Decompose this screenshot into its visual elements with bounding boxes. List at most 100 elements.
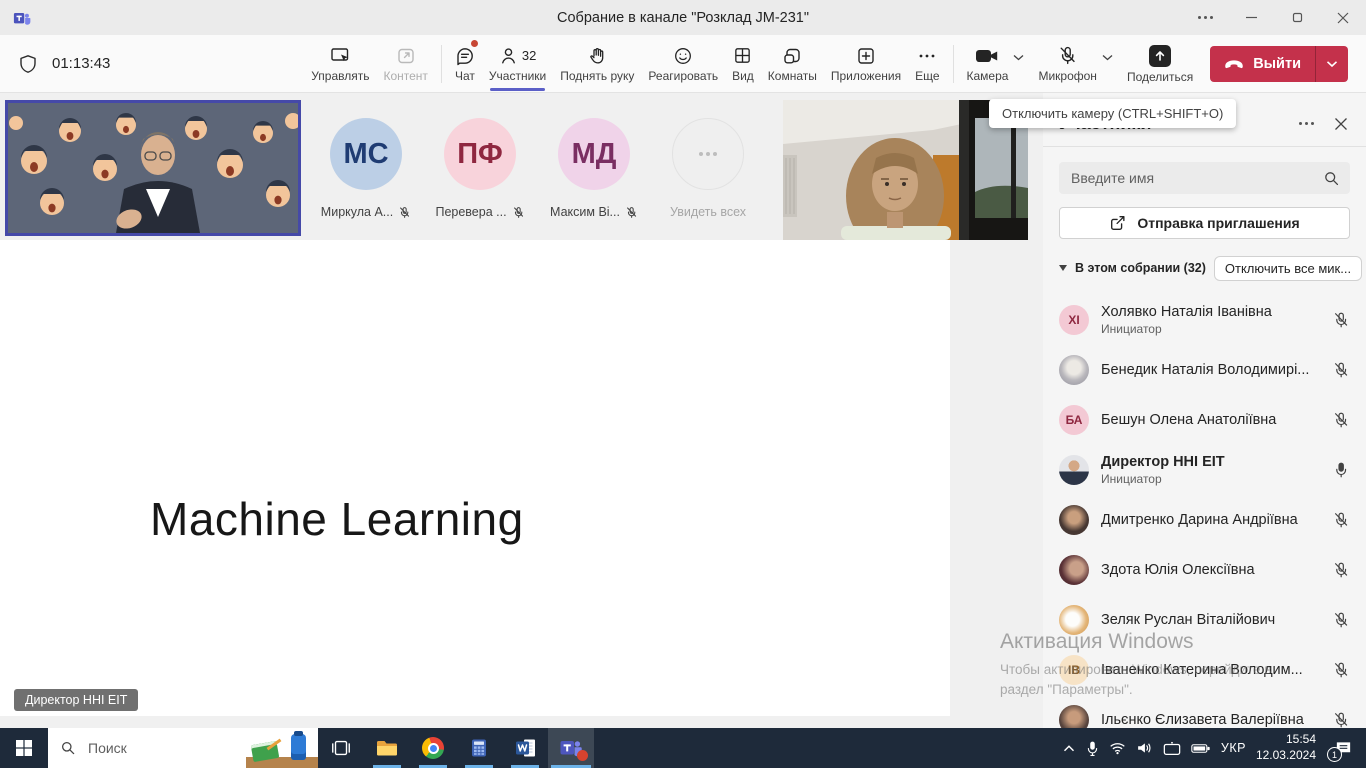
- word-button[interactable]: [502, 728, 548, 768]
- language-indicator[interactable]: УКР: [1221, 741, 1246, 755]
- camera-chevron-icon[interactable]: [1013, 54, 1024, 61]
- participant-name: Бешун Олена Анатоліївна: [1101, 411, 1320, 430]
- clock[interactable]: 15:54 12.03.2024: [1256, 732, 1316, 763]
- presenter-video-frame: [8, 103, 298, 233]
- panel-close-button[interactable]: [1334, 117, 1348, 131]
- react-button[interactable]: Реагировать: [641, 38, 725, 90]
- tray-chevron-icon[interactable]: [1062, 744, 1076, 753]
- maximize-button[interactable]: [1274, 0, 1320, 35]
- participant-row[interactable]: Ільєнко Єлизавета Валеріївна: [1043, 695, 1366, 728]
- participant-row[interactable]: Здота Юлія Олексіївна: [1043, 545, 1366, 595]
- section-collapse-caret[interactable]: [1059, 265, 1067, 271]
- apps-button[interactable]: Приложения: [824, 38, 908, 90]
- close-window-button[interactable]: [1320, 0, 1366, 35]
- teams-notification-dot: [577, 750, 588, 761]
- calculator-icon: [468, 737, 490, 759]
- taskbar-search[interactable]: [48, 728, 318, 768]
- task-view-button[interactable]: [318, 728, 364, 768]
- participant-avatar: ІВ: [1059, 655, 1089, 685]
- mic-chevron-icon[interactable]: [1102, 54, 1113, 61]
- action-center-button[interactable]: 1: [1326, 728, 1360, 768]
- share-button[interactable]: Поделиться: [1120, 38, 1200, 90]
- mic-on-icon[interactable]: [1332, 461, 1350, 479]
- participant-row[interactable]: ІВ Іваненко Катерина Володим...: [1043, 645, 1366, 695]
- mic-muted-icon[interactable]: [1332, 411, 1350, 429]
- mic-muted-icon[interactable]: [1332, 561, 1350, 579]
- participant-row[interactable]: Директор ННІ ЕІТ Инициатор: [1043, 445, 1366, 495]
- participant-avatar: [1059, 555, 1089, 585]
- display-cast-icon[interactable]: [1163, 741, 1181, 756]
- participant-name: Здота Юлія Олексіївна: [1101, 561, 1320, 580]
- avatar-name: Миркула А...: [321, 205, 393, 219]
- minimize-button[interactable]: [1228, 0, 1274, 35]
- avatar-tile[interactable]: МД Максим Ві...: [558, 118, 630, 219]
- mic-muted-icon[interactable]: [1332, 361, 1350, 379]
- shared-slide: Machine Learning: [0, 240, 950, 716]
- manage-button[interactable]: Управлять: [304, 38, 376, 90]
- start-button[interactable]: [0, 728, 48, 768]
- participants-panel: Участники Отправка приглашения В этом со…: [1043, 93, 1366, 728]
- calculator-button[interactable]: [456, 728, 502, 768]
- camera-tooltip: Отключить камеру (CTRL+SHIFT+O): [989, 99, 1236, 128]
- send-invite-button[interactable]: Отправка приглашения: [1059, 207, 1350, 239]
- content-button: Контент: [376, 38, 434, 90]
- battery-icon[interactable]: [1191, 743, 1211, 754]
- leave-button[interactable]: Выйти: [1210, 46, 1348, 82]
- active-speaker-video[interactable]: [5, 100, 301, 236]
- participant-text: Здота Юлія Олексіївна: [1101, 561, 1320, 580]
- panel-more-button[interactable]: [1299, 122, 1314, 125]
- participant-role: Инициатор: [1101, 322, 1320, 338]
- grid-view-icon: [733, 46, 752, 66]
- file-explorer-button[interactable]: [364, 728, 410, 768]
- chat-button[interactable]: Чат: [448, 38, 482, 90]
- avatar-tile[interactable]: ПФ Перевера ...: [444, 118, 516, 219]
- view-button[interactable]: Вид: [725, 38, 761, 90]
- participant-search[interactable]: [1059, 162, 1350, 194]
- folder-icon: [375, 738, 399, 758]
- wifi-icon[interactable]: [1109, 741, 1126, 755]
- participant-avatar: [1059, 355, 1089, 385]
- participant-name: Дмитренко Дарина Андріївна: [1101, 511, 1320, 530]
- participants-count: 32: [522, 48, 536, 63]
- participants-button[interactable]: 32 Участники: [482, 38, 553, 90]
- send-invite-label: Отправка приглашения: [1137, 215, 1299, 231]
- tray-mic-icon[interactable]: [1086, 740, 1099, 757]
- search-input[interactable]: [1069, 169, 1323, 187]
- camera-button[interactable]: Камера: [960, 38, 1032, 90]
- raise-hand-button[interactable]: Поднять руку: [553, 38, 641, 90]
- avatar-initials: ПФ: [444, 118, 516, 190]
- section-label: В этом собрании (32): [1075, 261, 1206, 275]
- participant-row[interactable]: Бенедик Наталія Володимирі...: [1043, 345, 1366, 395]
- window-more-button[interactable]: [1182, 0, 1228, 35]
- mute-all-button[interactable]: Отключить все мик...: [1214, 256, 1362, 281]
- teams-button[interactable]: [548, 728, 594, 768]
- taskbar-search-input[interactable]: [86, 739, 206, 757]
- meeting-stage: МС Миркула А... ПФ Перевера ... МД Макси…: [0, 93, 1366, 728]
- participant-row[interactable]: Дмитренко Дарина Андріївна: [1043, 495, 1366, 545]
- volume-icon[interactable]: [1136, 741, 1153, 755]
- rooms-button[interactable]: Комнаты: [761, 38, 824, 90]
- search-daily-image: [246, 728, 318, 768]
- mic-muted-icon[interactable]: [1332, 661, 1350, 679]
- leave-chevron-icon[interactable]: [1316, 46, 1348, 82]
- share-arrow-icon: [1149, 45, 1171, 67]
- see-everyone-tile[interactable]: Увидеть всех: [672, 118, 744, 219]
- word-icon: [514, 737, 537, 759]
- ellipsis-icon: [917, 46, 937, 66]
- meeting-info: 01:13:43: [0, 54, 110, 74]
- participant-name: Бенедик Наталія Володимирі...: [1101, 361, 1320, 380]
- microphone-button[interactable]: Микрофон: [1031, 38, 1119, 90]
- participant-row[interactable]: БА Бешун Олена Анатоліївна: [1043, 395, 1366, 445]
- participant-row[interactable]: ХІ Холявко Наталія Іванівна Инициатор: [1043, 295, 1366, 345]
- mic-muted-icon[interactable]: [1332, 611, 1350, 629]
- avatar-tile[interactable]: МС Миркула А...: [330, 118, 402, 219]
- mic-muted-icon[interactable]: [1332, 711, 1350, 728]
- mic-muted-icon[interactable]: [1332, 511, 1350, 529]
- more-button[interactable]: Еще: [908, 38, 946, 90]
- participant-name: Директор ННІ ЕІТ: [1101, 453, 1320, 472]
- participant-text: Ільєнко Єлизавета Валеріївна: [1101, 711, 1320, 728]
- mic-muted-icon[interactable]: [1332, 311, 1350, 329]
- chrome-button[interactable]: [410, 728, 456, 768]
- participant-avatar: [1059, 705, 1089, 728]
- participant-row[interactable]: Зеляк Руслан Віталійович: [1043, 595, 1366, 645]
